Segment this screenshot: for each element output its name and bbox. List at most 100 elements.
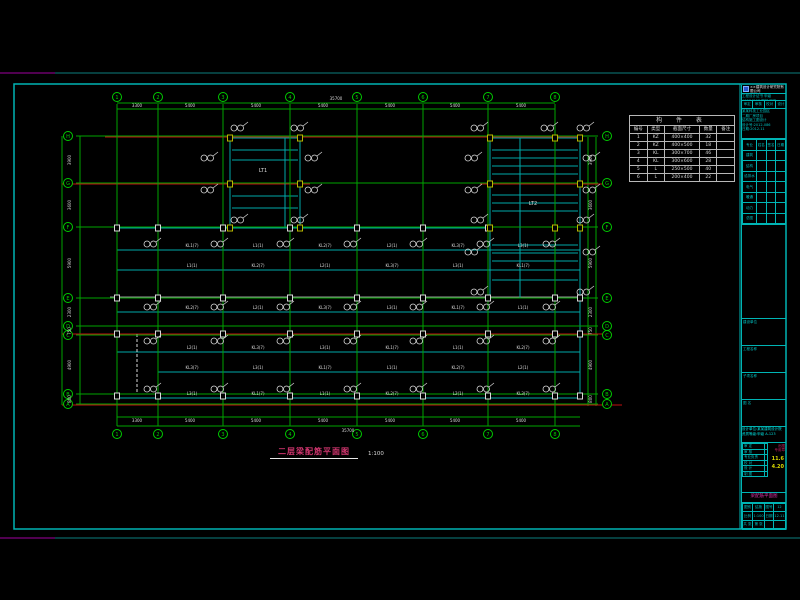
detail-tag-icon: [351, 386, 357, 392]
dim-text: 3900: [67, 154, 72, 165]
member-table-cell: 400×500: [665, 142, 700, 150]
detail-tag-icon: [211, 304, 217, 310]
column-marker: [421, 393, 426, 399]
dim-text: 3900: [588, 154, 593, 165]
detail-tag-icon: [410, 338, 416, 344]
detail-tag-leader: [243, 214, 248, 218]
member-table-row: 4KL300×60028: [630, 158, 735, 166]
detail-tag-icon: [417, 241, 423, 247]
column-marker: [486, 393, 491, 399]
detail-tag-leader: [589, 214, 594, 218]
detail-tag-icon: [211, 241, 217, 247]
column-marker: [115, 225, 120, 231]
detail-tag-icon: [344, 241, 350, 247]
detail-tag-icon: [201, 187, 207, 193]
beam-label: L3(1): [253, 365, 264, 370]
member-table-cell: 40: [699, 166, 717, 174]
tb-box-label: 工程名称: [743, 347, 757, 352]
member-table-cell: 18: [699, 142, 717, 150]
detail-tag-leader: [589, 122, 594, 126]
detail-tag-icon: [465, 155, 471, 161]
dim-text: 800: [67, 395, 72, 403]
column-marker: [298, 135, 303, 141]
member-table-cell: [717, 134, 735, 142]
dim-text: 5400: [185, 418, 196, 423]
member-table-cell: 32: [699, 134, 717, 142]
detail-tag-leader: [483, 286, 488, 290]
tb-approve-cell: 审核: [753, 101, 764, 108]
beam-label: L2(1): [320, 263, 331, 268]
detail-tag-icon: [471, 217, 477, 223]
dim-text: 3600: [67, 199, 72, 210]
beam-label: L2(1): [453, 391, 464, 396]
dim-text: 5400: [251, 103, 262, 108]
detail-tag-icon: [208, 155, 214, 161]
beam-label: KL2(7): [185, 305, 199, 310]
member-table-cell: [717, 142, 735, 150]
detail-tag-icon: [484, 304, 490, 310]
axis-number: 8: [553, 95, 556, 101]
column-marker: [488, 135, 493, 141]
beam-label: L3(1): [453, 263, 464, 268]
tb-cert: 工程设计证书 甲级 A1234567 规划 甲级: [742, 94, 786, 101]
detail-tag-icon: [291, 217, 297, 223]
column-marker: [156, 225, 161, 231]
detail-tag-icon: [151, 386, 157, 392]
axis-number: 5: [355, 95, 358, 101]
company-logo-icon: [743, 86, 749, 92]
member-table-header: 类型: [647, 126, 665, 134]
dim-text: 750: [588, 327, 593, 335]
axis-letter: G: [66, 181, 70, 187]
detail-tag-icon: [144, 386, 150, 392]
detail-tag-icon: [208, 187, 214, 193]
beam-label: L1(1): [187, 263, 198, 268]
detail-tag-icon: [298, 125, 304, 131]
detail-tag-icon: [484, 338, 490, 344]
detail-tag-icon: [291, 125, 297, 131]
axis-letter: D: [605, 324, 609, 330]
dim-text: 2300: [588, 306, 593, 317]
dim-text: 5400: [450, 103, 461, 108]
dim-text: 5400: [516, 103, 527, 108]
column-marker: [578, 393, 583, 399]
detail-tag-icon: [478, 217, 484, 223]
member-table-cell: [717, 166, 735, 174]
detail-tag-icon: [477, 386, 483, 392]
member-table-cell: 300×700: [665, 150, 700, 158]
axis-number: 2: [156, 432, 159, 438]
member-table-cell: 6: [630, 174, 648, 182]
tb-empty-box: [742, 225, 786, 319]
detail-tag-icon: [144, 304, 150, 310]
beam-label: L1(1): [253, 243, 264, 248]
detail-tag-icon: [471, 289, 477, 295]
axis-number: 4: [288, 432, 291, 438]
detail-tag-leader: [477, 152, 482, 156]
beam-label: KL3(7): [516, 391, 530, 396]
member-table-cell: 22: [699, 174, 717, 182]
detail-tag-icon: [478, 125, 484, 131]
detail-tag-icon: [543, 338, 549, 344]
detail-tag-leader: [317, 184, 322, 188]
member-table-cell: L: [647, 166, 665, 174]
tb-firm: 设计单位:某某建筑设计院资质等级:甲级 A-123: [742, 427, 786, 443]
axis-number: 7: [486, 432, 489, 438]
axis-number: 6: [421, 432, 424, 438]
detail-tag-icon: [277, 386, 283, 392]
detail-tag-icon: [584, 125, 590, 131]
beam-label: L3(1): [387, 305, 398, 310]
dim-text: 5400: [516, 418, 527, 423]
beam-label: KL1(7): [385, 345, 399, 350]
detail-tag-icon: [284, 386, 290, 392]
detail-tag-icon: [351, 241, 357, 247]
tb-project-info: 某某科技工业园区二期厂房项目结构施工图设计设计号:2012-086日期:2012…: [742, 109, 786, 139]
tb-box-label: 子项名称: [743, 374, 757, 379]
tb-drawing-name: 梁配筋平面图: [742, 493, 786, 503]
beam-label: L3(1): [518, 243, 529, 248]
tb-project-line: 日期:2012.11: [742, 127, 786, 132]
tb-box-label: 建设单位: [743, 320, 757, 325]
detail-tag-leader: [555, 383, 560, 387]
detail-tag-icon: [584, 217, 590, 223]
column-marker: [298, 181, 303, 187]
member-table-cell: 400×400: [665, 134, 700, 142]
member-table-cell: 2: [630, 142, 648, 150]
